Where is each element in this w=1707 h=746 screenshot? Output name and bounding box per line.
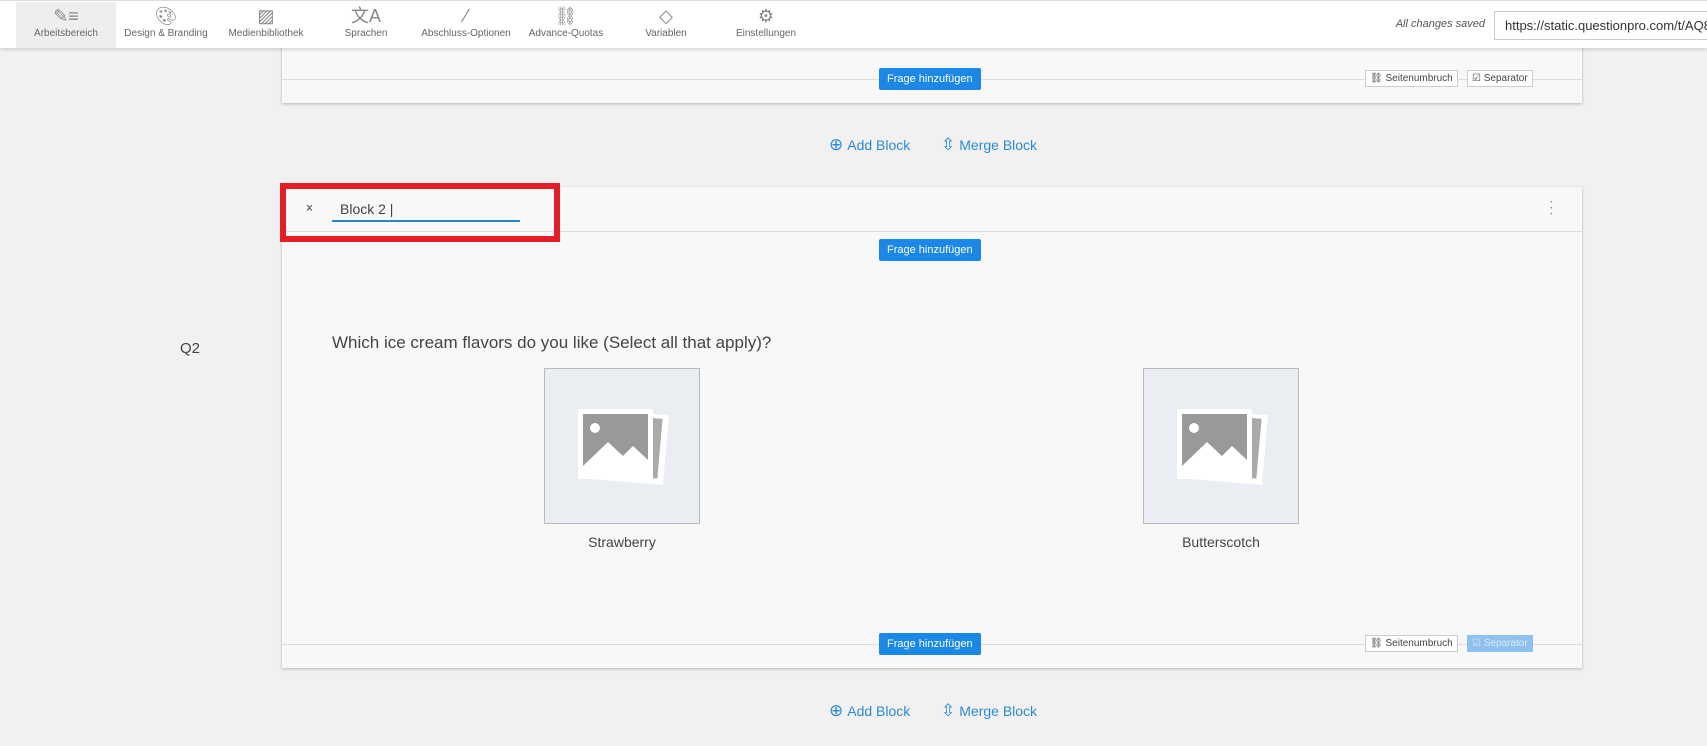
highlight-box xyxy=(280,183,560,242)
image-icon: ▨ xyxy=(257,6,275,26)
nav-advance-quotas[interactable]: ⛓ Advance-Quotas xyxy=(516,2,616,48)
plus-circle-icon: ⊕ xyxy=(829,701,844,720)
survey-url-field[interactable]: https://static.questionpro.com/t/AQ8 xyxy=(1494,11,1707,40)
gear-icon: ⚙ xyxy=(757,6,775,26)
option-label: Strawberry xyxy=(588,534,656,550)
image-placeholder-icon xyxy=(578,408,669,486)
merge-icon: ⇳ xyxy=(941,701,956,720)
tag-icon: ◇ xyxy=(659,6,673,26)
option-image-strawberry[interactable] xyxy=(544,368,700,524)
merge-block-link[interactable]: ⇳ Merge Block xyxy=(941,701,1037,721)
nav-arbeitsbereich[interactable]: ✎≡ Arbeitsbereich xyxy=(16,2,116,48)
image-placeholder-icon xyxy=(1177,408,1268,486)
option-image-butterscotch[interactable] xyxy=(1143,368,1299,524)
add-block-link[interactable]: ⊕ Add Block xyxy=(829,135,910,155)
page-break-icon: ⛓ xyxy=(1370,73,1386,84)
merge-block-link[interactable]: ⇳ Merge Block xyxy=(941,135,1037,155)
add-question-button[interactable]: Frage hinzufügen xyxy=(879,239,981,261)
page-break-icon: ⛓ xyxy=(1370,638,1386,649)
page-break-button[interactable]: ⛓ Seitenumbruch xyxy=(1365,635,1458,652)
question-number: Q2 xyxy=(180,340,201,357)
nav-abschluss-optionen[interactable]: ⁄ Abschluss-Optionen xyxy=(416,2,516,48)
nav-einstellungen[interactable]: ⚙ Einstellungen xyxy=(716,2,816,48)
add-question-button[interactable]: Frage hinzufügen xyxy=(879,68,981,90)
checkbox-icon: ☑ xyxy=(1472,73,1484,84)
nav-variablen[interactable]: ◇ Variablen xyxy=(616,2,716,48)
add-block-link[interactable]: ⊕ Add Block xyxy=(829,701,910,721)
separator-button[interactable]: ☑ Separator xyxy=(1467,70,1533,87)
nav-design-branding[interactable]: 🎨︎ Design & Branding xyxy=(116,2,216,48)
top-nav: ✎≡ Arbeitsbereich 🎨︎ Design & Branding ▨ Me… xyxy=(0,0,1707,48)
nav-medienbibliothek[interactable]: ▨ Medienbibliothek xyxy=(216,2,316,48)
plus-circle-icon: ⊕ xyxy=(829,135,844,154)
palette-icon: 🎨︎ xyxy=(154,6,178,26)
nav-sprachen[interactable]: 文A Sprachen xyxy=(316,2,416,48)
checkbox-icon: ☑ xyxy=(1472,638,1484,649)
separator-button[interactable]: ☑ Separator xyxy=(1467,635,1533,652)
magic-wand-icon: ⁄ xyxy=(464,6,468,26)
page-break-button[interactable]: ⛓ Seitenumbruch xyxy=(1365,70,1458,87)
link-icon: ⛓ xyxy=(554,6,578,26)
block-2-card: ⌄ ⌃ Block 2 | · · · Frage hinzufügen Which … xyxy=(282,187,1582,668)
merge-icon: ⇳ xyxy=(941,135,956,154)
option-label: Butterscotch xyxy=(1182,534,1260,550)
add-question-button[interactable]: Frage hinzufügen xyxy=(879,633,981,655)
translate-icon: 文A xyxy=(350,6,381,26)
save-status: All changes saved xyxy=(1395,18,1485,30)
pencil-list-icon: ✎≡ xyxy=(53,6,79,26)
question-text: Which ice cream flavors do you like (Sel… xyxy=(332,333,772,352)
more-options-icon[interactable]: · · · xyxy=(1549,194,1554,222)
